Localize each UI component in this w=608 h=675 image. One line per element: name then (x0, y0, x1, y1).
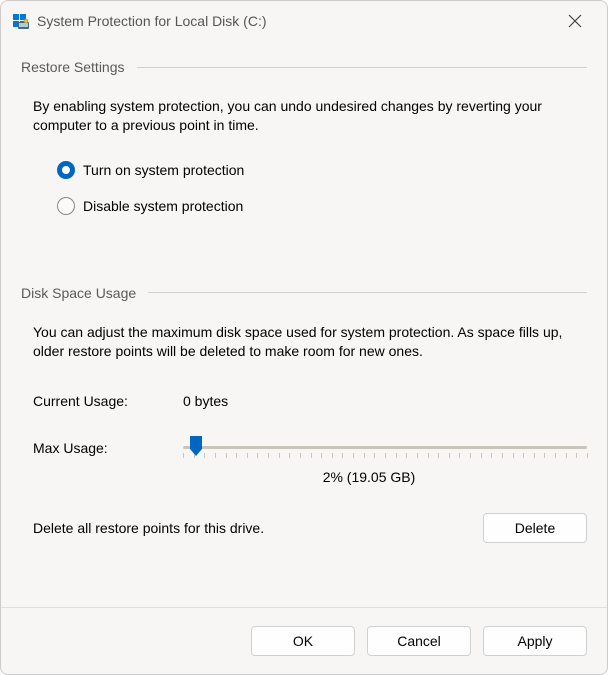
disk-section-header: Disk Space Usage (21, 285, 587, 301)
content-area: Restore Settings By enabling system prot… (1, 41, 607, 607)
slider-thumb[interactable] (189, 435, 203, 457)
restore-description: By enabling system protection, you can u… (21, 97, 587, 135)
close-button[interactable] (555, 6, 595, 36)
delete-description: Delete all restore points for this drive… (33, 520, 264, 536)
delete-row: Delete all restore points for this drive… (21, 513, 587, 543)
close-icon (568, 14, 582, 28)
disk-description: You can adjust the maximum disk space us… (21, 323, 587, 361)
current-usage-row: Current Usage: 0 bytes (21, 393, 587, 409)
cancel-button[interactable]: Cancel (367, 626, 471, 656)
radio-on-label: Turn on system protection (83, 162, 244, 178)
divider (137, 67, 588, 68)
protection-radio-group: Turn on system protection Disable system… (21, 161, 587, 215)
divider (148, 292, 587, 293)
radio-off-label: Disable system protection (83, 198, 243, 214)
slider-track (183, 446, 587, 449)
dialog-footer: OK Cancel Apply (1, 607, 607, 674)
max-usage-row: Max Usage: (21, 433, 587, 463)
titlebar: System Protection for Local Disk (C:) (1, 1, 607, 41)
restore-section-title: Restore Settings (21, 59, 125, 75)
window-title: System Protection for Local Disk (C:) (37, 13, 547, 29)
apply-button[interactable]: Apply (483, 626, 587, 656)
radio-unselected-icon (57, 197, 75, 215)
slider-value-display: 2% (19.05 GB) (21, 469, 587, 485)
system-icon (13, 13, 29, 29)
ok-button[interactable]: OK (251, 626, 355, 656)
dialog-window: System Protection for Local Disk (C:) Re… (0, 0, 608, 675)
radio-turn-on[interactable]: Turn on system protection (57, 161, 587, 179)
delete-button[interactable]: Delete (483, 513, 587, 543)
current-usage-label: Current Usage: (33, 393, 183, 409)
slider-ticks (183, 453, 587, 461)
radio-disable[interactable]: Disable system protection (57, 197, 587, 215)
max-usage-slider[interactable] (183, 433, 587, 463)
max-usage-label: Max Usage: (33, 440, 183, 456)
radio-selected-icon (57, 161, 75, 179)
disk-section-title: Disk Space Usage (21, 285, 136, 301)
restore-section-header: Restore Settings (21, 59, 587, 75)
current-usage-value: 0 bytes (183, 393, 228, 409)
